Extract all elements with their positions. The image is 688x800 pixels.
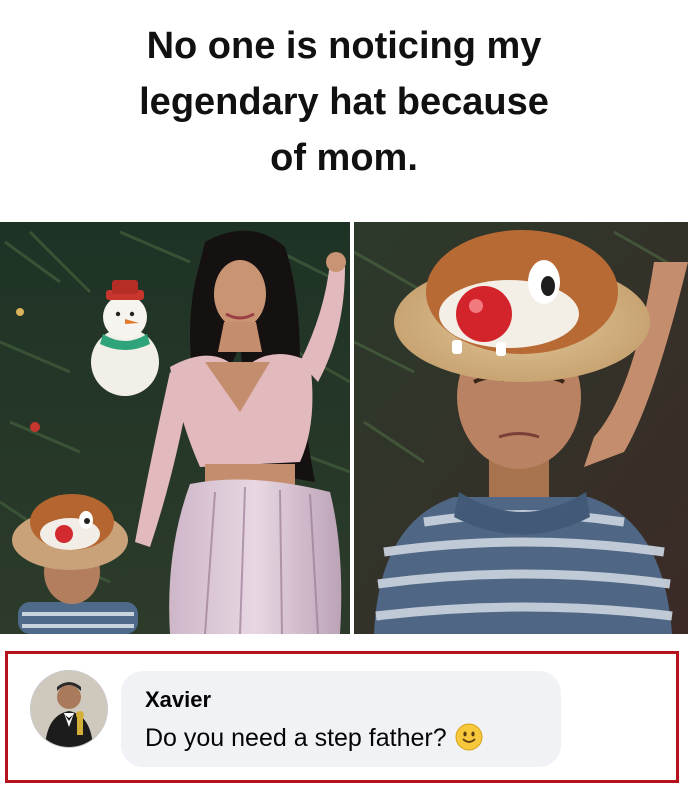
caption-line-2: legendary hat because xyxy=(139,81,549,123)
meme-caption: No one is noticing my legendary hat beca… xyxy=(0,18,688,186)
comment-bubble: Xavier Do you need a step father? xyxy=(121,671,561,767)
photo-left xyxy=(0,222,350,634)
avatar[interactable] xyxy=(30,670,108,748)
avatar-image xyxy=(31,671,107,747)
comment-box: Xavier Do you need a step father? xyxy=(5,651,679,783)
photo-right xyxy=(354,222,688,634)
photo-left-illustration xyxy=(0,222,350,634)
photo-right-illustration xyxy=(354,222,688,634)
caption-line-1: No one is noticing my xyxy=(146,25,542,67)
smiling-face-icon xyxy=(455,723,483,751)
caption-line-3: of mom. xyxy=(270,137,418,179)
comment-text: Do you need a step father? xyxy=(145,724,447,752)
comment-author[interactable]: Xavier xyxy=(145,687,211,713)
comment-text-line: Do you need a step father? xyxy=(145,723,483,753)
